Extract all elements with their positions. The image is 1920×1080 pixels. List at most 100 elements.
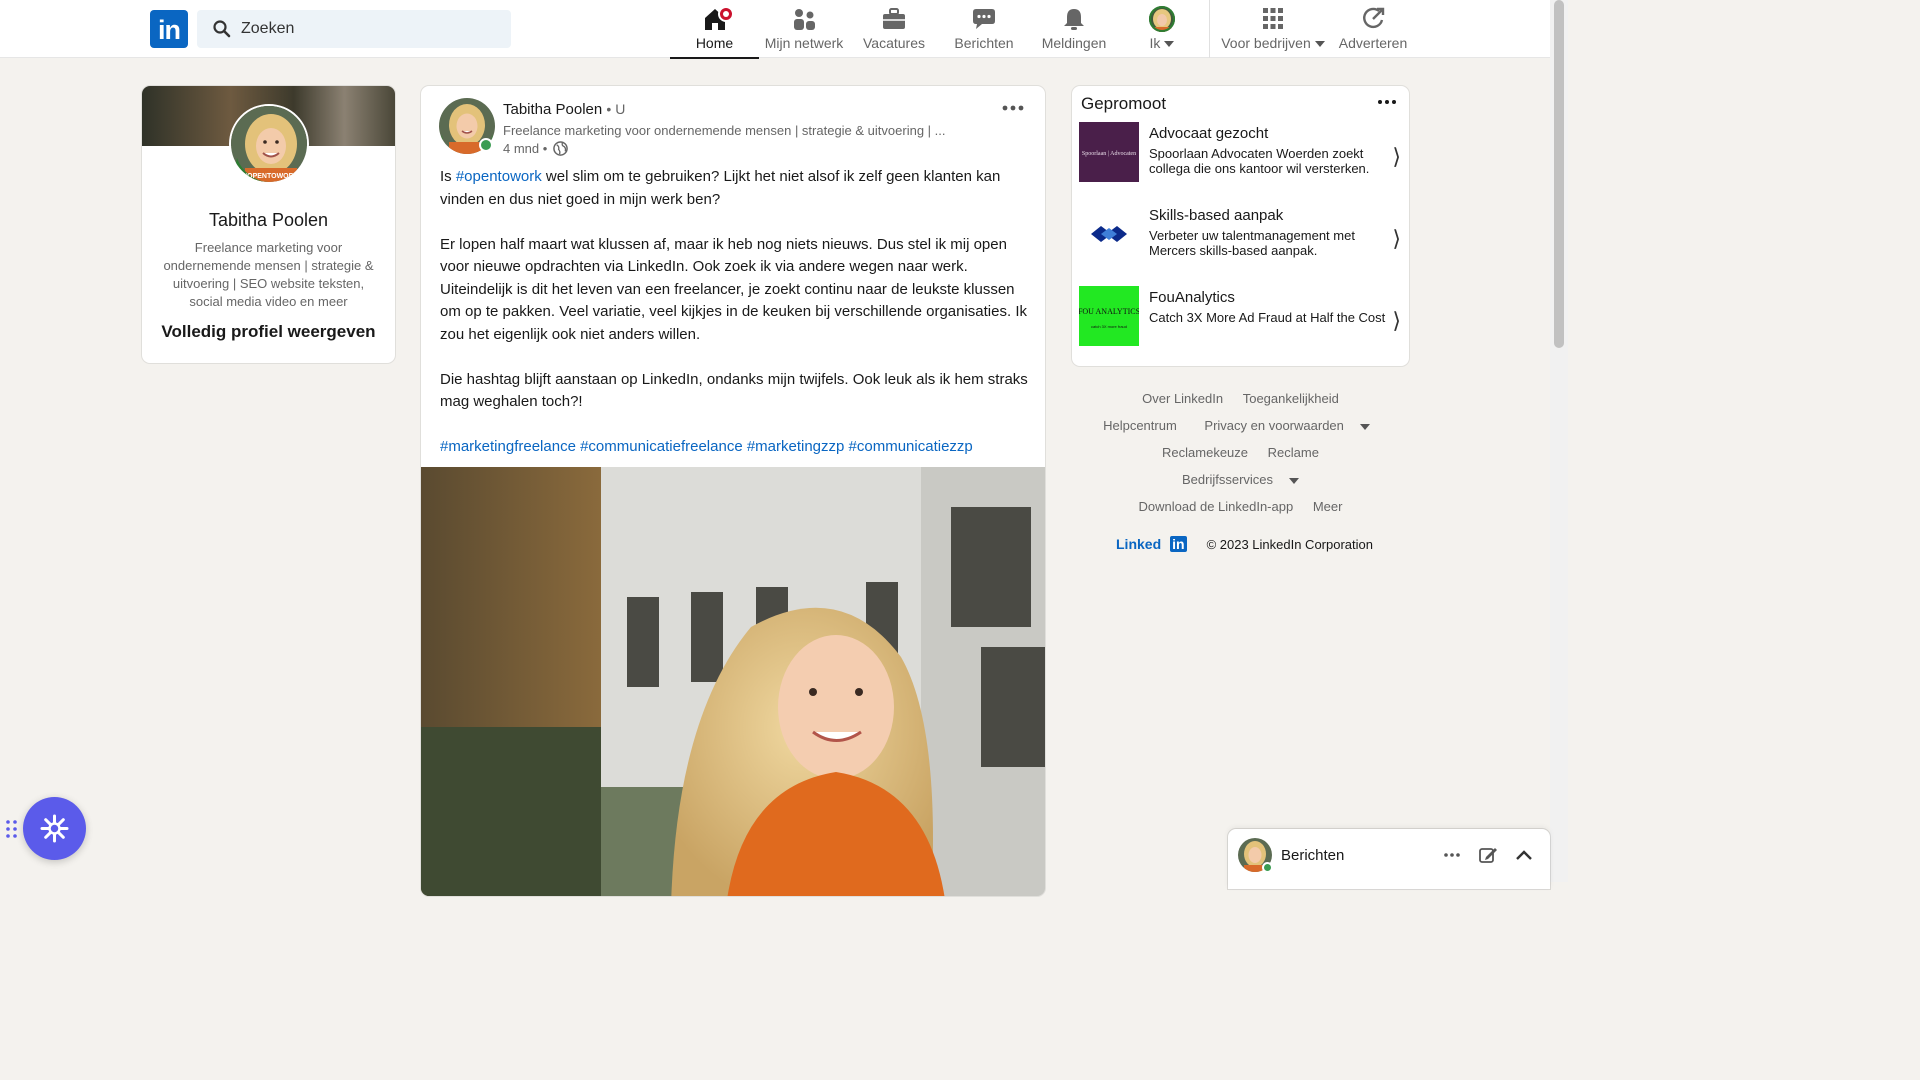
profile-card: #OPENTOWORK Tabitha Poolen Freelance mar… <box>142 86 395 363</box>
svg-text:Spoorlaan | Advocaten: Spoorlaan | Advocaten <box>1082 151 1136 157</box>
profile-name[interactable]: Tabitha Poolen <box>142 210 395 231</box>
chevron-down-icon <box>1314 41 1325 48</box>
post-author[interactable]: Tabitha Poolen • U <box>503 101 625 118</box>
search-icon <box>213 20 231 38</box>
ad-description: Verbeter uw talentmanagement met Mercers… <box>1149 228 1355 258</box>
chevron-right-icon[interactable]: ⟩ <box>1392 144 1401 170</box>
view-full-profile-link[interactable]: Volledig profiel weergeven <box>142 322 395 342</box>
post-photo <box>421 467 1045 896</box>
post-more-options-icon[interactable] <box>999 96 1027 120</box>
nav-notifications[interactable]: Meldingen <box>1030 0 1118 58</box>
avatar <box>1149 6 1175 32</box>
online-status-indicator <box>479 138 493 152</box>
post-paragraph-3: Die hashtag blijft aanstaan op LinkedIn,… <box>440 370 1028 411</box>
ad-title[interactable]: Advocaat gezocht <box>1149 125 1268 142</box>
post-image[interactable] <box>421 467 1045 896</box>
footer-link-about[interactable]: Over LinkedIn <box>1142 391 1223 406</box>
linkedin-logo[interactable]: in <box>150 10 188 48</box>
footer-link-ad-choices[interactable]: Reclamekeuze <box>1162 445 1248 460</box>
scrollbar-thumb[interactable] <box>1554 0 1564 348</box>
ad-description: Catch 3X More Ad Fraud at Half the Cost <box>1149 310 1386 325</box>
messaging-icon <box>973 9 995 29</box>
footer-link-privacy[interactable]: Privacy en voorwaarden <box>1196 418 1377 433</box>
chevron-down-icon <box>1164 41 1175 48</box>
nav-notifications-label: Meldingen <box>1041 35 1107 51</box>
post-paragraph-1: Is #opentowork wel slim om te gebruiken?… <box>440 168 1001 208</box>
footer-link-help[interactable]: Helpcentrum <box>1103 418 1177 433</box>
nav-business-label: Voor bedrijven <box>1216 35 1330 51</box>
nav-me[interactable]: Ik <box>1120 0 1204 58</box>
chevron-right-icon[interactable]: ⟩ <box>1392 226 1401 252</box>
advertise-icon <box>1363 7 1385 29</box>
copyright-text: © 2023 LinkedIn Corporation <box>1206 537 1373 552</box>
footer-link-business-services[interactable]: Bedrijfsservices <box>1174 472 1307 487</box>
copyright-row: Linked in © 2023 LinkedIn Corporation <box>1072 536 1409 552</box>
nav-home-label: Home <box>695 35 734 51</box>
top-navigation: in Home Mijn netwerk Vacatures <box>0 0 1550 59</box>
ad-description: Spoorlaan Advocaten Woerden zoekt colleg… <box>1149 146 1370 176</box>
compose-message-icon[interactable] <box>1477 845 1499 865</box>
drag-handle-icon[interactable] <box>5 819 19 839</box>
chevron-up-icon[interactable] <box>1513 845 1535 865</box>
nav-messaging-label: Berichten <box>954 35 1014 51</box>
chevron-down-icon <box>1289 477 1300 484</box>
profile-headline: Freelance marketing voor ondernemende me… <box>163 240 374 309</box>
nav-my-network[interactable]: Mijn netwerk <box>760 0 848 58</box>
nav-divider <box>1209 0 1210 58</box>
page-scrollbar[interactable] <box>1550 0 1568 882</box>
briefcase-icon <box>883 8 905 29</box>
chevron-right-icon[interactable]: ⟩ <box>1392 308 1401 334</box>
post-timestamp: 4 mnd • <box>503 141 568 156</box>
svg-text:FOU ANALYTICS: FOU ANALYTICS <box>1079 307 1139 316</box>
nav-jobs-label: Vacatures <box>863 35 925 51</box>
promoted-ad[interactable]: Spoorlaan | Advocaten Advocaat gezocht S… <box>1079 122 1401 184</box>
opentowork-frame-text: #OPENTOWORK <box>243 173 299 180</box>
sparkle-icon <box>40 814 69 843</box>
active-tab-indicator <box>670 57 759 59</box>
messaging-overlay[interactable]: Berichten <box>1228 829 1550 889</box>
connection-degree: • U <box>606 101 626 117</box>
post-body: Is #opentowork wel slim om te gebruiken?… <box>440 166 1030 481</box>
promoted-ad[interactable]: Skills-based aanpak Verbeter uw talentma… <box>1079 204 1401 266</box>
profile-avatar[interactable]: #OPENTOWORK <box>229 104 309 184</box>
nav-jobs[interactable]: Vacatures <box>850 0 938 58</box>
ad-logo-spoorlaan: Spoorlaan | Advocaten <box>1079 122 1139 182</box>
messaging-more-options-icon[interactable] <box>1441 845 1463 865</box>
promoted-ad[interactable]: FOU ANALYTICS catch 3X more fraud FouAna… <box>1079 286 1401 348</box>
svg-text:catch 3X more fraud: catch 3X more fraud <box>1091 324 1127 329</box>
post-hashtags[interactable]: #marketingfreelance #communicatiefreelan… <box>440 436 1030 459</box>
post-paragraph-2: Er lopen half maart wat klussen af, maar… <box>440 235 1027 343</box>
nav-me-label: Ik <box>1120 35 1204 51</box>
promoted-more-options-icon[interactable] <box>1375 94 1399 110</box>
nav-for-business[interactable]: Voor bedrijven <box>1216 0 1330 58</box>
footer-link-advertising[interactable]: Reclame <box>1268 445 1319 460</box>
post-author-name[interactable]: Tabitha Poolen <box>503 101 602 118</box>
search-input[interactable] <box>241 18 501 40</box>
online-status-indicator <box>1262 862 1273 873</box>
search-box[interactable] <box>197 10 511 48</box>
promoted-heading: Gepromoot <box>1081 94 1167 113</box>
nav-advertise-label: Adverteren <box>1338 35 1408 51</box>
promoted-card: Gepromoot Spoorlaan | Advocaten Advocaat… <box>1072 86 1409 366</box>
ad-logo-fouanalytics: FOU ANALYTICS catch 3X more fraud <box>1079 286 1139 346</box>
ad-title[interactable]: Skills-based aanpak <box>1149 207 1283 224</box>
nav-advertise[interactable]: Adverteren <box>1334 0 1412 58</box>
post-author-headline: Freelance marketing voor ondernemende me… <box>503 123 946 138</box>
nav-home[interactable]: Home <box>670 0 759 59</box>
hashtag-link[interactable]: #opentowork <box>456 168 542 185</box>
nav-messaging[interactable]: Berichten <box>940 0 1028 58</box>
network-icon <box>794 9 815 30</box>
chevron-down-icon <box>1359 423 1370 430</box>
messaging-title[interactable]: Berichten <box>1281 847 1344 864</box>
post-time: 4 mnd • <box>503 141 548 156</box>
footer-link-more[interactable]: Meer <box>1313 499 1343 514</box>
nav-network-label: Mijn netwerk <box>764 35 844 51</box>
notification-badge <box>718 6 734 22</box>
grid-icon <box>1263 8 1283 29</box>
ad-title[interactable]: FouAnalytics <box>1149 289 1235 306</box>
bell-icon <box>1064 9 1084 30</box>
footer-link-accessibility[interactable]: Toegankelijkheid <box>1243 391 1339 406</box>
footer-link-download-app[interactable]: Download de LinkedIn-app <box>1139 499 1294 514</box>
globe-icon <box>553 141 568 156</box>
assistant-button[interactable] <box>23 797 86 860</box>
